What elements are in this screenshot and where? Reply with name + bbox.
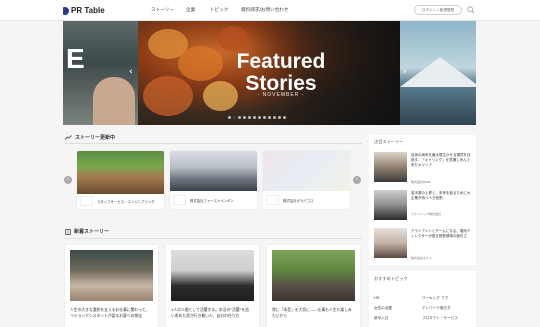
- trend-icon: [65, 135, 72, 140]
- carousel-dot[interactable]: [278, 116, 281, 119]
- section-heading: 新着ストーリー: [74, 229, 110, 235]
- nav-topics[interactable]: トピック: [210, 7, 228, 13]
- hero-title: Featured Stories: [236, 50, 326, 95]
- hero-next-slide[interactable]: [400, 21, 476, 125]
- story-text: 自身の病気を最大限生かせる環境を目指す。「キャリング」を意識し歩んで来たキャリア: [411, 153, 471, 168]
- carousel-dot[interactable]: [258, 116, 261, 119]
- story-title: 1人の人間として活躍する。本当の"活躍"を追い求めた男が行き着いた、自分の在り方: [171, 307, 249, 318]
- story-thumbnail: [374, 228, 407, 258]
- company-logo: [266, 195, 279, 205]
- hero-subtitle: - NOVEMBER -: [257, 92, 305, 98]
- hero-prev-slide[interactable]: E: [63, 21, 138, 125]
- hero-next-arrow-icon[interactable]: ›: [403, 67, 407, 77]
- sidebar-story-item[interactable]: クライアントとチームになる。運用ディレクターが語る役割領域の面白さ 株式会社オル…: [374, 228, 472, 262]
- divider: [65, 143, 362, 144]
- topic-link[interactable]: ワーキング ママ: [422, 296, 448, 301]
- hero-prev-letter: E: [66, 43, 85, 74]
- topic-link[interactable]: 新卒入社: [374, 316, 388, 321]
- book-icon: [65, 228, 71, 235]
- logo-text: PR Table: [71, 6, 105, 15]
- card-image: [263, 151, 350, 191]
- nav-contact[interactable]: 資料請求/お問い合わせ: [241, 7, 289, 13]
- card-image: [171, 250, 254, 301]
- nav-stories[interactable]: ストーリー: [151, 7, 174, 13]
- logo[interactable]: PR Table: [63, 5, 105, 16]
- section-heading: ストーリー更新中: [75, 135, 116, 141]
- carousel-dot[interactable]: [273, 116, 276, 119]
- search-icon[interactable]: [467, 6, 475, 14]
- story-update-card[interactable]: 株式会社ファーストペンギン: [170, 151, 257, 209]
- sidebar-story-item[interactable]: 自身の病気を最大限生かせる環境を目指す。「キャリング」を意識し歩んで来たキャリア…: [374, 152, 472, 186]
- story-company: 株式会社DMM: [411, 180, 431, 184]
- section-new-stories: 新着ストーリー: [65, 228, 109, 235]
- sidebar-story-item[interactable]: 若手層の上昇と、未来を創るために大企業が持つべき役割 パナソニック株式会社: [374, 190, 472, 224]
- carousel-dot[interactable]: [253, 116, 256, 119]
- story-title: 常に「本音」を大切に――仕事も人生も楽しみたいから: [272, 307, 352, 318]
- card-image: [77, 151, 164, 194]
- login-button[interactable]: ログイン / 新規登録: [414, 5, 462, 15]
- topic-link[interactable]: HR: [374, 296, 379, 300]
- story-update-card[interactable]: スタッフサービス・エンジニアリング: [77, 151, 164, 209]
- story-text: クライアントとチームになる。運用ディレクターが語る役割領域の面白さ: [411, 229, 471, 239]
- carousel-dot[interactable]: [263, 116, 266, 119]
- story-company: 株式会社オルト: [411, 256, 433, 260]
- carousel-dot-active[interactable]: [233, 116, 236, 119]
- hero-prev-person: [93, 77, 135, 125]
- divider: [65, 238, 362, 239]
- sidebar-heading: 注目ストーリー: [374, 139, 404, 144]
- logo-mark-icon: [63, 6, 69, 15]
- card-image: [70, 250, 153, 301]
- hero-carousel: E Featured Stories - NOVEMBER - ‹ ›: [63, 21, 476, 125]
- story-company: パナソニック株式会社: [411, 212, 442, 216]
- updates-prev-button[interactable]: ‹: [64, 176, 72, 184]
- topics-heading: おすすめトピック: [374, 276, 408, 281]
- carousel-dot[interactable]: [268, 116, 271, 119]
- company-name: 株式会社ファーストペンギン: [190, 199, 234, 203]
- company-name: スタッフサービス・エンジニアリング: [97, 200, 155, 204]
- carousel-dot[interactable]: [228, 116, 231, 119]
- new-story-card[interactable]: 人生の大きな選択を支えるお仕事に関わって。ベテランアシスタントが語るお客への想念: [65, 245, 158, 327]
- topic-link[interactable]: テレワーク働き方: [422, 306, 451, 311]
- company-logo: [173, 195, 186, 205]
- topic-link[interactable]: プロダクト・サービス: [422, 316, 458, 321]
- topic-link[interactable]: 女性の活躍: [374, 306, 392, 311]
- updates-next-button[interactable]: ›: [353, 176, 361, 184]
- card-image: [170, 151, 257, 191]
- carousel-dot[interactable]: [243, 116, 246, 119]
- carousel-dots: [228, 116, 286, 119]
- story-title: 人生の大きな選択を支えるお仕事に関わって。ベテランアシスタントが語るお客への想念: [70, 307, 150, 318]
- sidebar-topics: おすすめトピック HR ワーキング ママ 女性の活躍 テレワーク働き方 新卒入社…: [369, 271, 476, 327]
- new-story-card[interactable]: 常に「本音」を大切に――仕事も人生も楽しみたいから: [267, 245, 360, 327]
- nav-companies[interactable]: 企業: [186, 7, 195, 13]
- story-thumbnail: [374, 152, 407, 182]
- carousel-dot[interactable]: [283, 116, 286, 119]
- carousel-dot[interactable]: [248, 116, 251, 119]
- carousel-dot[interactable]: [238, 116, 241, 119]
- story-update-card[interactable]: 株式会社ガラパゴス: [263, 151, 350, 209]
- company-name: 株式会社ガラパゴス: [283, 199, 314, 203]
- new-story-card[interactable]: 1人の人間として活躍する。本当の"活躍"を追い求めた男が行き着いた、自分の在り方: [166, 245, 259, 327]
- sidebar-featured: 注目ストーリー 自身の病気を最大限生かせる環境を目指す。「キャリング」を意識し歩…: [369, 135, 476, 265]
- story-thumbnail: [374, 190, 407, 220]
- section-story-updates: ストーリー更新中: [65, 134, 115, 141]
- card-image: [272, 250, 355, 301]
- company-logo: [80, 196, 93, 206]
- story-text: 若手層の上昇と、未来を創るために大企業が持つべき役割: [411, 191, 471, 201]
- site-header: PR Table ストーリー 企業 トピック 資料請求/お問い合わせ ログイン …: [0, 0, 540, 21]
- hero-prev-arrow-icon[interactable]: ‹: [129, 67, 133, 77]
